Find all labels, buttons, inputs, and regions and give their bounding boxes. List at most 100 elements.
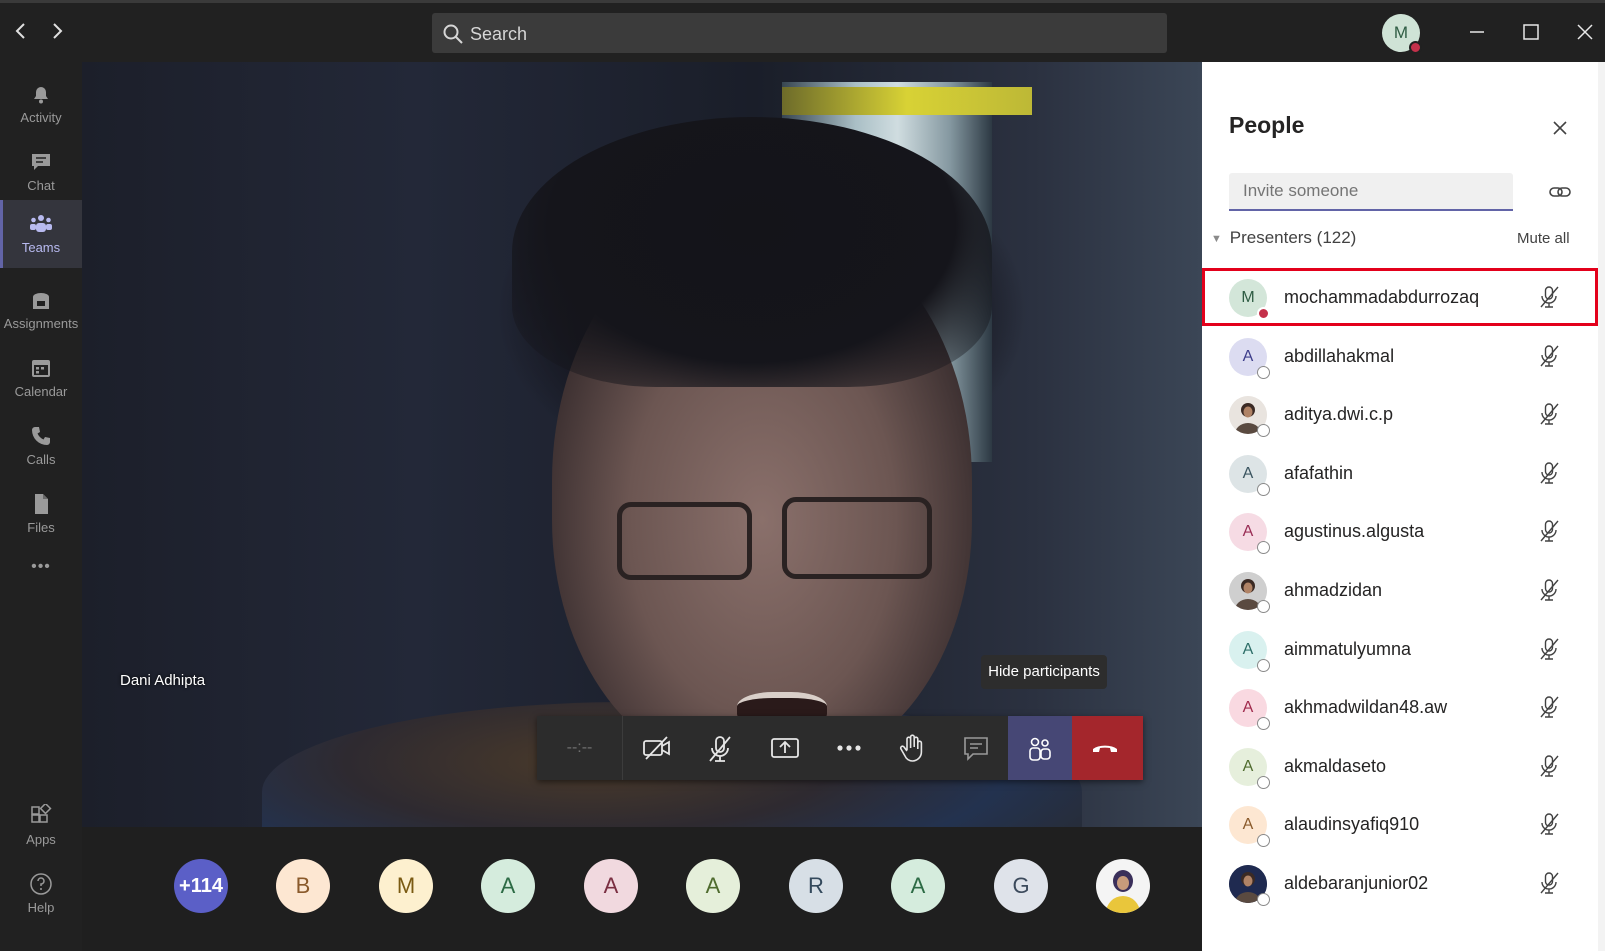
rail-item-help[interactable]: Help: [0, 860, 82, 928]
rail-more-button[interactable]: •••: [0, 552, 82, 592]
participant-thumbnail[interactable]: R: [789, 859, 843, 913]
participant-thumbnail[interactable]: A: [481, 859, 535, 913]
search-input[interactable]: Search: [432, 13, 1167, 53]
profile-avatar[interactable]: M: [1382, 14, 1422, 54]
mic-off-icon: [1540, 813, 1559, 835]
hang-up-button[interactable]: [1072, 716, 1143, 780]
close-window-button[interactable]: [1570, 17, 1600, 47]
offline-status-dot: [1257, 776, 1270, 789]
muted-mic-icon[interactable]: [1536, 636, 1562, 662]
camera-toggle-button[interactable]: [624, 716, 688, 780]
participant-name: aldebaranjunior02: [1284, 873, 1429, 893]
participant-thumbnail[interactable]: A: [891, 859, 945, 913]
participant-row[interactable]: Aafafathin: [1202, 444, 1598, 502]
forward-button[interactable]: [44, 19, 70, 45]
rail-label: Activity: [20, 110, 62, 125]
participant-thumbnail[interactable]: A: [584, 859, 638, 913]
participant-row[interactable]: Aakhmadwildan48.aw: [1202, 678, 1598, 736]
offline-status-dot: [1257, 600, 1270, 613]
search-icon: [443, 24, 463, 44]
participant-row[interactable]: Aagustinus.algusta: [1202, 502, 1598, 560]
mic-off-icon: [1540, 579, 1559, 601]
rail-item-activity[interactable]: Activity: [0, 70, 82, 138]
mic-off-icon: [1540, 755, 1559, 777]
participant-name: alaudinsyafiq910: [1284, 814, 1420, 834]
mic-off-icon: [1540, 345, 1559, 367]
call-timer: --:--: [537, 716, 623, 780]
more-actions-button[interactable]: [816, 716, 880, 780]
teams-meeting-window: Search M Activity Chat Teams Assignments…: [0, 0, 1605, 951]
copy-link-button[interactable]: [1546, 178, 1574, 206]
participant-avatar: A: [1229, 338, 1270, 379]
avatar-initial: M: [1241, 289, 1255, 306]
presenters-section-header[interactable]: ▼ Presenters (122): [1211, 228, 1356, 252]
muted-mic-icon[interactable]: [1536, 518, 1562, 544]
more-participants-button[interactable]: +114: [174, 859, 228, 913]
participant-name: agustinus.algusta: [1284, 521, 1425, 541]
mic-off-icon: [1540, 872, 1559, 894]
rail-item-chat[interactable]: Chat: [0, 138, 82, 206]
muted-mic-icon[interactable]: [1536, 460, 1562, 486]
muted-mic-icon[interactable]: [1536, 753, 1562, 779]
participant-thumbnail[interactable]: B: [276, 859, 330, 913]
participant-row[interactable]: Aalaudinsyafiq910: [1202, 795, 1598, 853]
muted-mic-icon[interactable]: [1536, 694, 1562, 720]
chevron-down-icon: ▼: [1211, 232, 1222, 245]
main-video-stage[interactable]: [82, 62, 1202, 827]
participant-row[interactable]: aldebaranjunior02: [1202, 854, 1598, 912]
rail-item-teams[interactable]: Teams: [0, 200, 82, 268]
participant-row[interactable]: Mmochammadabdurrozaq: [1202, 268, 1598, 326]
maximize-button[interactable]: [1516, 17, 1546, 47]
muted-mic-icon[interactable]: [1536, 577, 1562, 603]
participant-avatar: A: [1229, 631, 1270, 672]
help-icon: [30, 873, 52, 895]
participant-avatar: A: [1229, 455, 1270, 496]
raise-hand-button[interactable]: [880, 716, 944, 780]
rail-item-apps[interactable]: Apps: [0, 792, 82, 860]
hide-participants-tooltip: Hide participants: [981, 655, 1107, 689]
participant-thumbnail[interactable]: A: [686, 859, 740, 913]
muted-mic-icon[interactable]: [1536, 284, 1562, 310]
bell-icon: [34, 87, 48, 104]
participant-row[interactable]: Aabdillahakmal: [1202, 327, 1598, 385]
participant-avatar: A: [1229, 513, 1270, 554]
back-button[interactable]: [8, 19, 34, 45]
call-controls-bar: --:--: [537, 716, 1143, 780]
avatar-initial: A: [1242, 465, 1254, 482]
participant-row[interactable]: aditya.dwi.c.p: [1202, 385, 1598, 443]
rail-item-files[interactable]: Files: [0, 480, 82, 548]
avatar-initial: A: [1242, 699, 1254, 716]
rail-item-calendar[interactable]: Calendar: [0, 344, 82, 412]
mute-all-button[interactable]: Mute all: [1517, 230, 1570, 247]
participant-row[interactable]: Aakmaldaseto: [1202, 737, 1598, 795]
minimize-icon: [1470, 31, 1484, 33]
muted-mic-icon[interactable]: [1536, 343, 1562, 369]
participant-avatar: A: [1229, 748, 1270, 789]
muted-mic-icon[interactable]: [1536, 401, 1562, 427]
participant-thumbnail[interactable]: G: [994, 859, 1048, 913]
panel-scrollbar-track[interactable]: [1598, 62, 1605, 951]
participant-row[interactable]: Aaimmatulyumna: [1202, 620, 1598, 678]
muted-mic-icon[interactable]: [1536, 870, 1562, 896]
muted-mic-icon[interactable]: [1536, 811, 1562, 837]
camera-off-icon: [643, 736, 670, 760]
avatar-initial: A: [1242, 348, 1254, 365]
share-screen-button[interactable]: [752, 716, 816, 780]
mic-toggle-button[interactable]: [688, 716, 752, 780]
participants-toggle-button[interactable]: [1008, 716, 1072, 780]
participant-thumbnail[interactable]: M: [379, 859, 433, 913]
rail-item-assignments[interactable]: Assignments: [0, 276, 82, 344]
mic-off-icon: [1540, 403, 1559, 425]
close-panel-button[interactable]: [1547, 115, 1573, 141]
chat-toggle-button[interactable]: [944, 716, 1008, 780]
participant-name: aditya.dwi.c.p: [1284, 404, 1394, 424]
participant-row[interactable]: ahmadzidan: [1202, 561, 1598, 619]
phone-icon: [32, 427, 50, 445]
rail-label: Teams: [21, 240, 61, 255]
participant-photo-thumbnail[interactable]: [1096, 859, 1150, 913]
close-icon: [1553, 121, 1567, 135]
rail-label: Assignments: [3, 316, 79, 331]
rail-item-calls[interactable]: Calls: [0, 412, 82, 480]
invite-someone-input[interactable]: [1229, 173, 1513, 211]
minimize-button[interactable]: [1462, 17, 1492, 47]
